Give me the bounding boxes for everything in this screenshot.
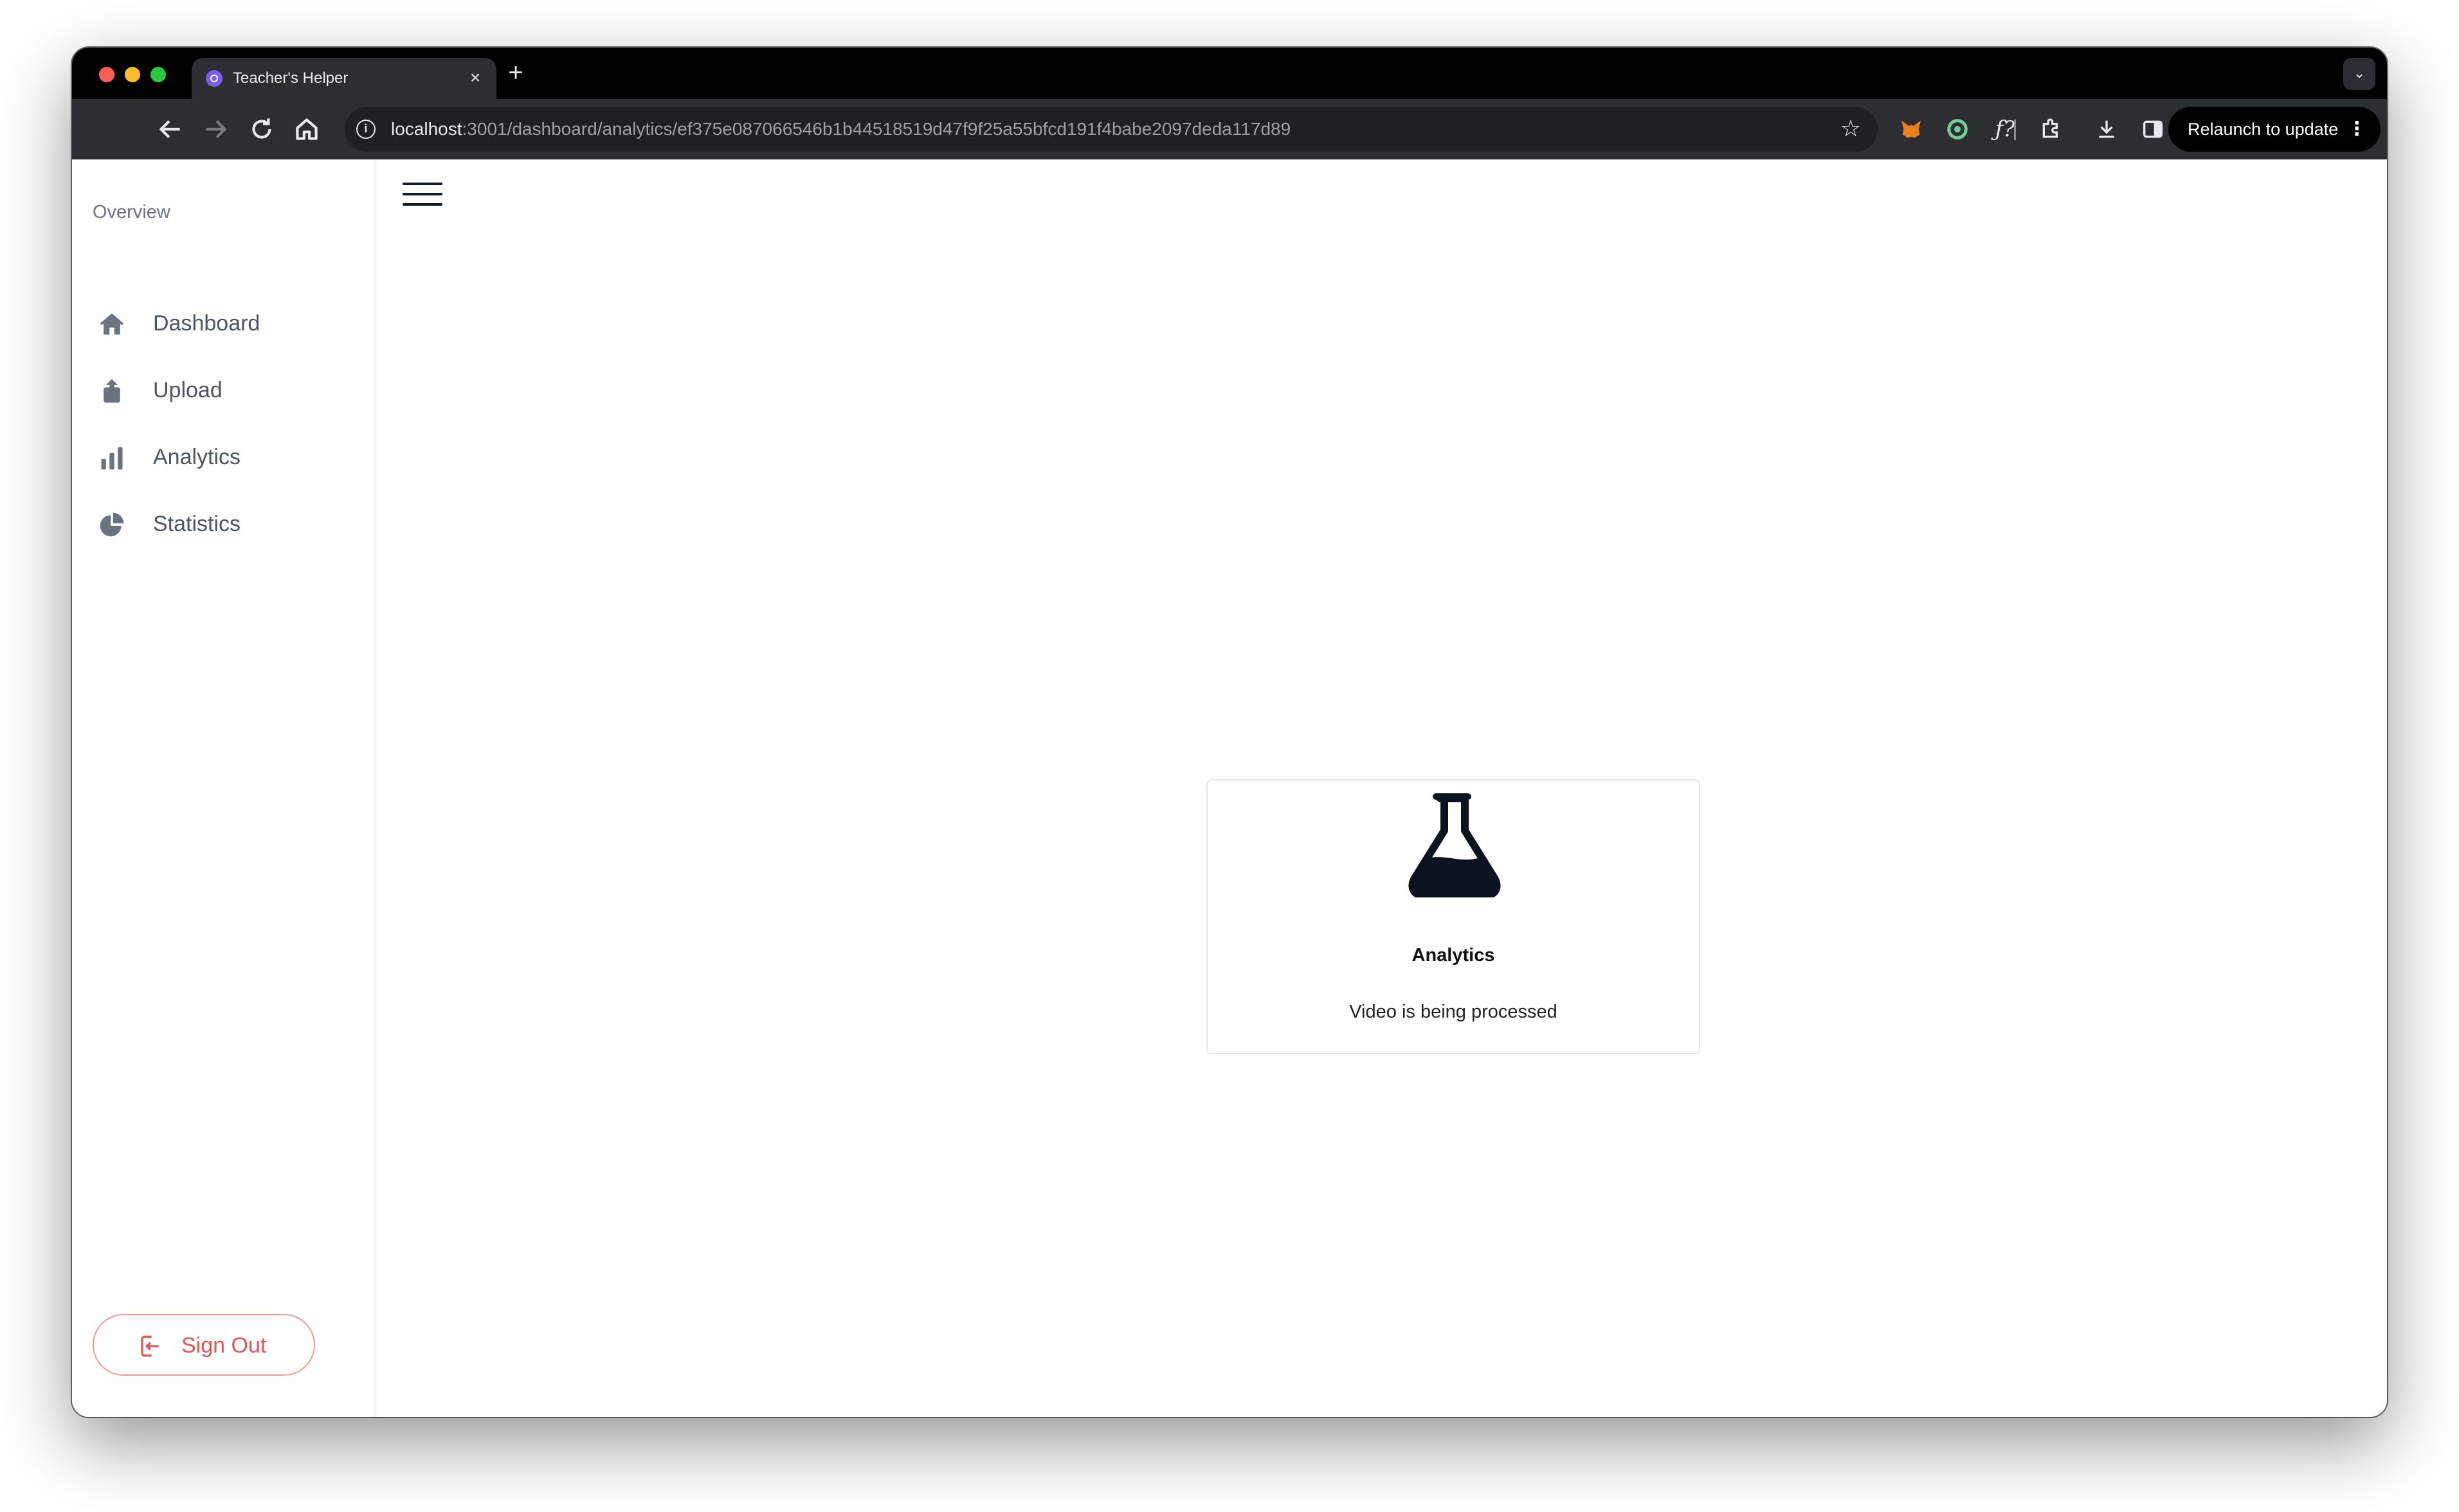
- home-icon[interactable]: [291, 113, 323, 145]
- sidebar-item-upload[interactable]: Upload: [98, 364, 355, 415]
- sidebar-heading: Overview: [93, 202, 170, 222]
- tab-close-icon[interactable]: ×: [464, 67, 486, 89]
- url-path: :3001/dashboard/analytics/ef375e08706654…: [462, 119, 1291, 139]
- bar-chart-icon: [101, 447, 123, 470]
- back-icon[interactable]: [154, 113, 186, 145]
- card-title: Analytics: [1411, 945, 1495, 966]
- sign-out-label: Sign Out: [181, 1333, 267, 1358]
- menu-toggle-icon[interactable]: [403, 179, 442, 210]
- new-tab-button[interactable]: +: [502, 59, 530, 87]
- ring-extension-icon[interactable]: [1942, 113, 1973, 145]
- close-window-button[interactable]: [99, 67, 114, 82]
- upload-icon: [104, 379, 120, 403]
- sign-out-button[interactable]: Sign Out: [93, 1314, 315, 1376]
- home-icon: [100, 313, 124, 335]
- relaunch-label: Relaunch to update: [2188, 120, 2339, 139]
- analytics-status-card: Analytics Video is being processed: [1206, 779, 1700, 1054]
- toolbar-separator: [2014, 120, 2016, 140]
- flask-icon: [1408, 793, 1501, 897]
- sidebar-item-analytics[interactable]: Analytics: [98, 431, 355, 482]
- pie-chart-icon: [100, 512, 124, 537]
- favicon-icon: [206, 70, 222, 87]
- sign-out-icon: [141, 1335, 159, 1357]
- address-bar[interactable]: i localhost:3001/dashboard/analytics/ef3…: [345, 107, 1878, 152]
- minimize-window-button[interactable]: [125, 67, 140, 82]
- tab-title: Teacher's Helper: [233, 69, 349, 87]
- main-panel: Analytics Video is being processed: [381, 159, 2387, 1417]
- reload-icon[interactable]: [246, 113, 278, 145]
- maximize-window-button[interactable]: [150, 67, 166, 82]
- relaunch-button[interactable]: Relaunch to update ⋮: [2168, 107, 2381, 152]
- card-status-text: Video is being processed: [1349, 1002, 1557, 1022]
- browser-menu-icon[interactable]: ⋮: [2347, 107, 2366, 152]
- url-text[interactable]: localhost:3001/dashboard/analytics/ef375…: [391, 119, 1291, 140]
- metamask-extension-icon[interactable]: [1896, 113, 1927, 145]
- sidebar-item-label: Statistics: [153, 512, 241, 536]
- bookmark-star-icon[interactable]: ☆: [1838, 116, 1864, 141]
- side-panel-icon[interactable]: [2137, 113, 2168, 145]
- desktop: Teacher's Helper × + ⌄ i localhost:3001/…: [0, 0, 2459, 1512]
- extensions-puzzle-icon[interactable]: [2036, 113, 2067, 145]
- browser-toolbar: i localhost:3001/dashboard/analytics/ef3…: [72, 99, 2387, 159]
- forward-icon[interactable]: [199, 113, 231, 145]
- browser-tab[interactable]: Teacher's Helper ×: [192, 58, 496, 99]
- sidebar-item-label: Upload: [153, 378, 222, 402]
- sidebar-item-label: Dashboard: [153, 311, 260, 336]
- sidebar-item-statistics[interactable]: Statistics: [98, 498, 355, 549]
- sidebar-item-dashboard[interactable]: Dashboard: [98, 297, 355, 348]
- tab-search-button[interactable]: ⌄: [2343, 58, 2375, 90]
- download-icon[interactable]: [2091, 113, 2122, 145]
- sidebar-item-label: Analytics: [153, 445, 241, 469]
- tab-strip: Teacher's Helper × + ⌄: [72, 48, 2387, 99]
- app-content: Overview Dashboard Upload Analytics Stat…: [72, 159, 2387, 1417]
- browser-window: Teacher's Helper × + ⌄ i localhost:3001/…: [72, 48, 2387, 1417]
- sidebar: Overview Dashboard Upload Analytics Stat…: [72, 159, 377, 1417]
- site-info-icon[interactable]: i: [356, 120, 376, 139]
- url-host: localhost: [391, 119, 462, 139]
